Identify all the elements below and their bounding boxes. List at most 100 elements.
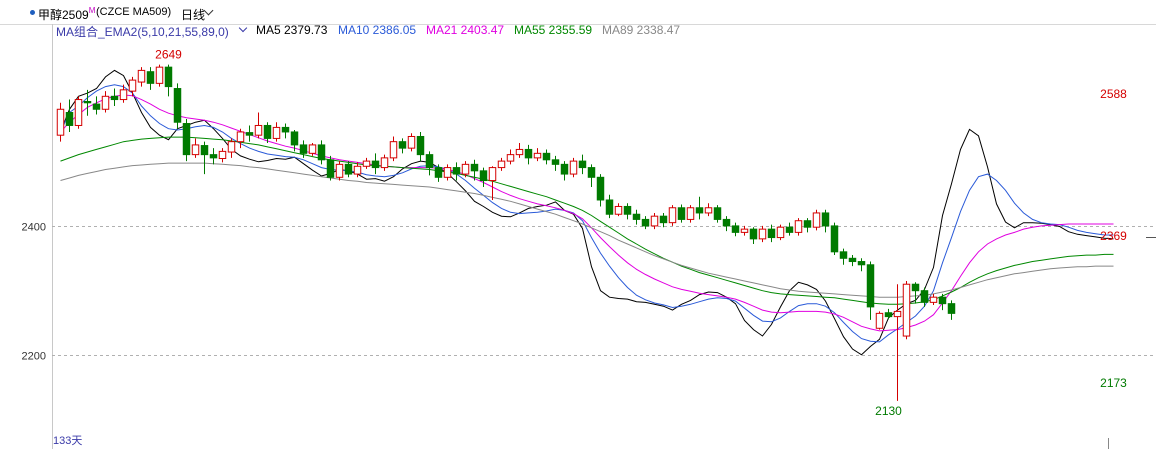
candle-body [56, 108, 65, 136]
candle-body [281, 126, 290, 133]
candle-body [200, 145, 209, 156]
candle-body [164, 66, 173, 88]
candle-body [92, 103, 101, 110]
candle-body [767, 228, 776, 239]
candle-body [758, 228, 767, 240]
candle-body [245, 132, 254, 136]
candle-body [119, 89, 128, 101]
candle-body [506, 154, 515, 162]
candle-body [353, 165, 362, 175]
candle-body [227, 141, 236, 153]
candle-body [857, 261, 866, 266]
candle-body [425, 154, 434, 169]
candle-body [497, 160, 506, 169]
candle-body [641, 218, 650, 227]
candle-body [452, 167, 461, 175]
candle-body [524, 148, 533, 159]
candle-body [443, 167, 452, 178]
candle-body [938, 296, 947, 305]
candle-body [290, 131, 299, 146]
candle-body [308, 144, 317, 154]
candle-body [551, 159, 560, 165]
candle-body [911, 283, 920, 292]
price-annotation: 2369 [1100, 229, 1127, 243]
candle-body [794, 220, 803, 233]
candle-body [902, 283, 911, 337]
price-annotation: 2649 [155, 48, 182, 62]
candle-body [137, 69, 146, 83]
candle-body [677, 207, 686, 220]
price-annotation: 2130 [875, 404, 902, 418]
candle-body [533, 152, 542, 159]
candle-body [569, 160, 578, 175]
candle-body [713, 207, 722, 220]
candle-body [632, 213, 641, 220]
candle-body [947, 303, 956, 314]
candle-body [416, 135, 425, 156]
y-tick-label: 2200 [22, 351, 46, 363]
candle-body [236, 131, 245, 143]
candle-body [929, 296, 938, 303]
candle-body [893, 310, 902, 318]
candle-body [866, 264, 875, 308]
candle-body [488, 167, 497, 182]
candle-body [659, 215, 668, 224]
candle-body [587, 167, 596, 178]
candle-body [560, 163, 569, 175]
candle-body [74, 99, 83, 126]
candle-body [722, 218, 731, 227]
candle-body [803, 220, 812, 228]
candle-body [785, 226, 794, 233]
candle-body [650, 215, 659, 227]
candle-body [254, 124, 263, 136]
candle-body [668, 207, 677, 224]
candle-body [623, 205, 632, 215]
candle-body [875, 312, 884, 329]
candle-body [182, 123, 191, 156]
price-annotation: 2588 [1100, 87, 1127, 101]
series-line-ma55 [60, 136, 1114, 305]
candle-body [821, 212, 830, 227]
candle-body [470, 163, 479, 172]
candle-body [371, 160, 380, 169]
candle-body [218, 150, 227, 160]
candle-body [326, 159, 335, 178]
candle-body [614, 205, 623, 215]
candlestick-chart[interactable]: 2400 2200 2649 2130 2369 2173 2588 [0, 0, 1156, 449]
candle-body [101, 95, 110, 110]
candle-body [272, 126, 281, 139]
candle-body [155, 66, 164, 84]
candle-body [398, 141, 407, 149]
candle-body [695, 207, 704, 214]
candle-body [479, 170, 488, 182]
candle-body [515, 148, 524, 156]
candle-body [65, 112, 74, 126]
candle-body [389, 141, 398, 159]
candle-body [749, 228, 758, 240]
candle-body [542, 152, 551, 161]
candle-body [83, 100, 92, 104]
candle-body [812, 212, 821, 228]
candle-body [884, 312, 893, 318]
candle-body [686, 207, 695, 220]
candle-body [434, 167, 443, 178]
candle-body [317, 144, 326, 161]
candle-body [335, 163, 344, 178]
candle-body [596, 176, 605, 201]
y-tick-label: 2400 [22, 222, 46, 234]
candle-body [839, 251, 848, 259]
candle-body [461, 163, 470, 175]
candle-body [344, 163, 353, 175]
candle-body [191, 144, 200, 156]
candle-body [920, 290, 929, 303]
candle-body [362, 160, 371, 167]
price-annotation: 2173 [1100, 376, 1127, 390]
candle-body [731, 225, 740, 233]
candle-body [146, 71, 155, 84]
candle-body [605, 199, 614, 215]
candle-body [578, 160, 587, 169]
candle-body [776, 226, 785, 239]
bar-count-label: 133天 [53, 435, 83, 447]
candle-body [830, 225, 839, 253]
candle-body [740, 228, 749, 233]
